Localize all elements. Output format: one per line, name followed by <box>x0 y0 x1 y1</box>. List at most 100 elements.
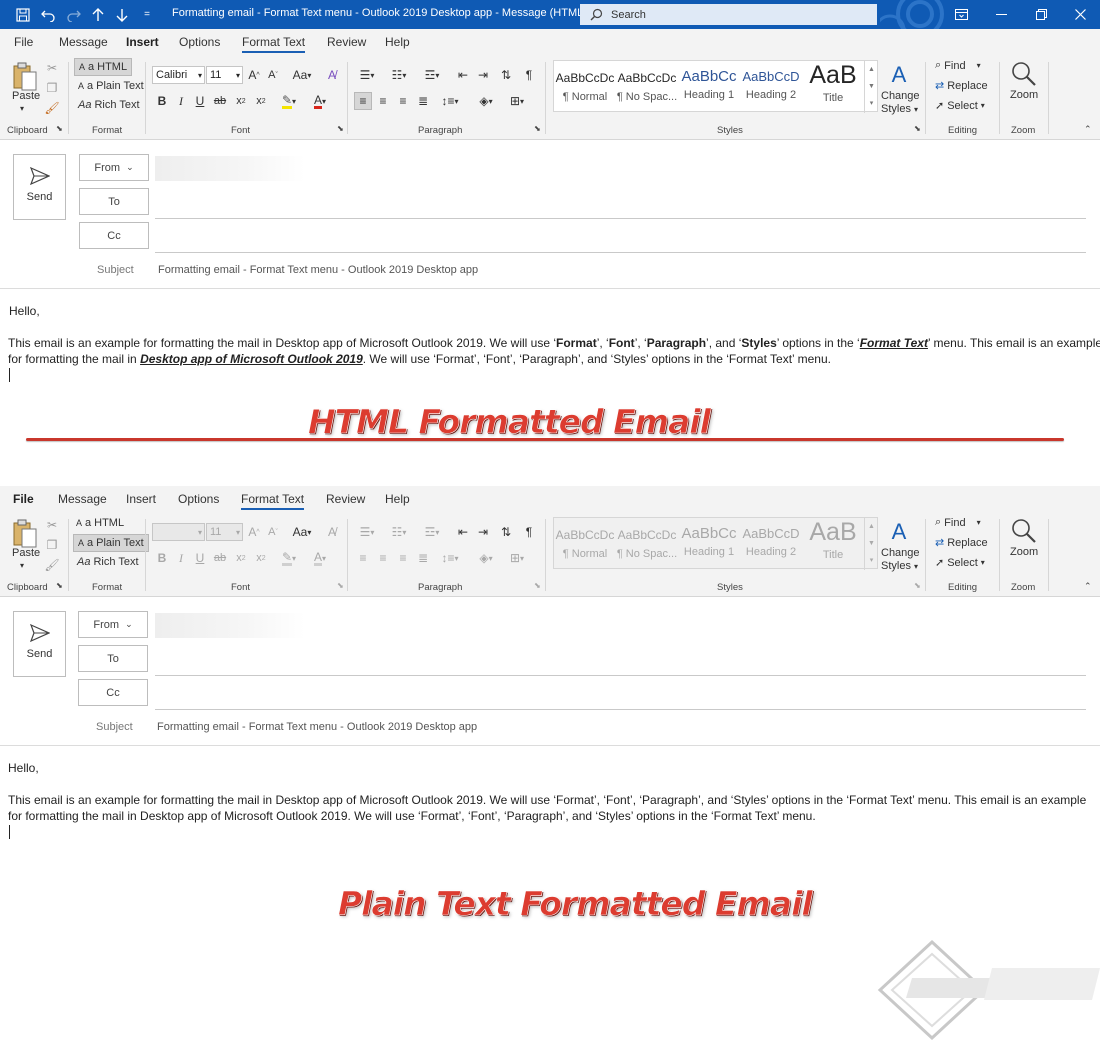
underline-icon[interactable]: U <box>192 92 208 110</box>
tab-file[interactable]: File <box>13 492 34 506</box>
scroll-up-icon[interactable]: ▲ <box>865 61 878 78</box>
shrink-font-icon[interactable]: Aˇ <box>265 66 281 84</box>
rich-text-format-button[interactable]: Aa Rich Text <box>77 556 139 568</box>
copy-icon[interactable]: ❐ <box>44 80 60 96</box>
align-center-icon[interactable]: ≡ <box>374 92 392 110</box>
increase-indent-icon[interactable]: ⇥ <box>474 66 492 84</box>
subject-field[interactable]: Formatting email - Format Text menu - Ou… <box>157 721 477 733</box>
cut-icon[interactable]: ✂ <box>44 60 60 76</box>
highlight-icon[interactable]: ✎ ▾ <box>276 92 302 110</box>
tab-options[interactable]: Options <box>178 492 219 506</box>
tab-review[interactable]: Review <box>326 492 365 506</box>
decrease-indent-icon[interactable]: ⇤ <box>454 523 472 541</box>
ribbon-display-options-icon[interactable] <box>941 0 981 29</box>
send-button[interactable]: Send <box>13 154 66 220</box>
tab-insert[interactable]: Insert <box>126 35 159 49</box>
paste-dropdown-icon[interactable]: ▾ <box>20 561 24 570</box>
style-title[interactable]: AaB Title <box>802 61 864 113</box>
clipboard-launcher-icon[interactable]: ⬊ <box>56 124 63 133</box>
search-box[interactable]: Search <box>580 4 877 25</box>
to-button[interactable]: To <box>79 188 149 215</box>
change-case-icon[interactable]: Aa ▾ <box>290 523 314 541</box>
grow-font-icon[interactable]: A ^ <box>246 66 262 84</box>
select-button[interactable]: ➚ Select ▾ <box>935 556 985 570</box>
tab-message[interactable]: Message <box>59 35 108 49</box>
decrease-indent-icon[interactable]: ⇤ <box>454 66 472 84</box>
cut-icon[interactable]: ✂ <box>44 517 60 533</box>
close-icon[interactable] <box>1060 0 1100 29</box>
change-styles-icon[interactable]: A <box>886 60 912 90</box>
style-no-spacing[interactable]: AaBbCcDc ¶ No Spac... <box>616 61 678 113</box>
subject-field[interactable]: Formatting email - Format Text menu - Ou… <box>158 264 478 276</box>
next-item-icon[interactable] <box>110 0 134 29</box>
select-button[interactable]: ➚ Select ▾ <box>935 99 985 113</box>
from-button[interactable]: From ⌄ <box>79 154 149 181</box>
superscript-icon[interactable]: x2 <box>252 92 270 110</box>
email-greeting[interactable]: Hello, <box>8 760 39 776</box>
strikethrough-icon[interactable]: ab <box>211 92 229 110</box>
tab-file[interactable]: File <box>14 35 33 49</box>
style-normal[interactable]: AaBbCcDc ¶ Normal <box>554 61 616 113</box>
italic-icon[interactable]: I <box>173 92 189 110</box>
tab-help[interactable]: Help <box>385 35 410 49</box>
tab-review[interactable]: Review <box>327 35 366 49</box>
change-case-icon[interactable]: Aa ▾ <box>290 66 314 84</box>
numbering-icon[interactable]: ☷ ▾ <box>386 66 412 84</box>
sort-icon[interactable]: ⇅ <box>497 66 515 84</box>
line-spacing-icon[interactable]: ↕≡ ▾ <box>437 92 463 110</box>
change-styles-button[interactable]: Change <box>881 547 920 559</box>
show-formatting-marks-icon[interactable]: ¶ <box>520 523 538 541</box>
tab-format-text[interactable]: Format Text <box>241 492 305 510</box>
subscript-icon[interactable]: x2 <box>232 92 250 110</box>
tab-format-text[interactable]: Format Text <box>242 35 306 53</box>
more-styles-icon[interactable]: ▾ <box>865 95 878 112</box>
justify-icon[interactable]: ≣ <box>414 92 432 110</box>
tab-message[interactable]: Message <box>58 492 107 506</box>
plain-text-format-button[interactable]: Aa Plain Text <box>73 534 149 552</box>
increase-indent-icon[interactable]: ⇥ <box>474 523 492 541</box>
font-name-field[interactable]: Calibri ▾ <box>152 66 205 84</box>
font-color-icon[interactable]: A ▾ <box>307 92 333 110</box>
change-styles-button[interactable]: Change <box>881 90 920 102</box>
paste-button[interactable]: Paste <box>12 90 40 102</box>
email-body-line-2[interactable]: for formatting the mail in Desktop app o… <box>8 808 816 824</box>
redo-icon[interactable] <box>61 0 85 29</box>
style-heading-1[interactable]: AaBbCc Heading 1 <box>678 61 740 113</box>
bullets-icon[interactable]: ☰ ▾ <box>354 66 380 84</box>
align-left-icon[interactable]: ≡ <box>354 92 372 110</box>
sort-icon[interactable]: ⇅ <box>497 523 515 541</box>
paste-icon[interactable] <box>10 517 40 551</box>
clipboard-launcher-icon[interactable]: ⬊ <box>56 581 63 590</box>
from-button[interactable]: From ⌄ <box>78 611 148 638</box>
save-icon[interactable] <box>11 0 35 29</box>
align-right-icon[interactable]: ≡ <box>394 92 412 110</box>
paste-icon[interactable] <box>10 60 40 94</box>
styles-scroll[interactable]: ▲ ▼ ▾ <box>864 61 878 113</box>
zoom-icon[interactable] <box>1008 58 1040 90</box>
paragraph-launcher-icon[interactable]: ⬊ <box>534 124 541 133</box>
email-greeting[interactable]: Hello, <box>9 303 40 319</box>
style-heading-2[interactable]: AaBbCcD Heading 2 <box>740 61 802 113</box>
restore-icon[interactable] <box>1021 0 1061 29</box>
show-formatting-marks-icon[interactable]: ¶ <box>520 66 538 84</box>
customize-quick-access-icon[interactable]: = <box>135 0 159 29</box>
minimize-icon[interactable] <box>981 0 1021 29</box>
tab-options[interactable]: Options <box>179 35 220 49</box>
font-launcher-icon[interactable]: ⬊ <box>337 124 344 133</box>
change-styles-button-2[interactable]: Styles ▾ <box>881 103 918 115</box>
previous-item-icon[interactable] <box>86 0 110 29</box>
borders-icon[interactable]: ⊞ ▾ <box>503 92 531 110</box>
paste-dropdown-icon[interactable]: ▾ <box>20 104 24 113</box>
to-field[interactable] <box>155 218 1086 219</box>
find-button[interactable]: ⌕ Find ▾ <box>935 516 981 529</box>
multilevel-list-icon[interactable]: ☲ ▾ <box>419 66 445 84</box>
font-size-field[interactable]: 11 ▾ <box>206 66 243 84</box>
tab-help[interactable]: Help <box>385 492 410 506</box>
find-button[interactable]: ⌕ Find ▾ <box>935 59 981 72</box>
tab-insert[interactable]: Insert <box>126 492 156 506</box>
replace-button[interactable]: ⇄ Replace <box>935 536 988 550</box>
change-styles-icon[interactable]: A <box>886 517 912 547</box>
to-button[interactable]: To <box>78 645 148 672</box>
format-painter-icon[interactable]: 🖌 <box>44 100 60 116</box>
scroll-down-icon[interactable]: ▼ <box>865 78 878 95</box>
